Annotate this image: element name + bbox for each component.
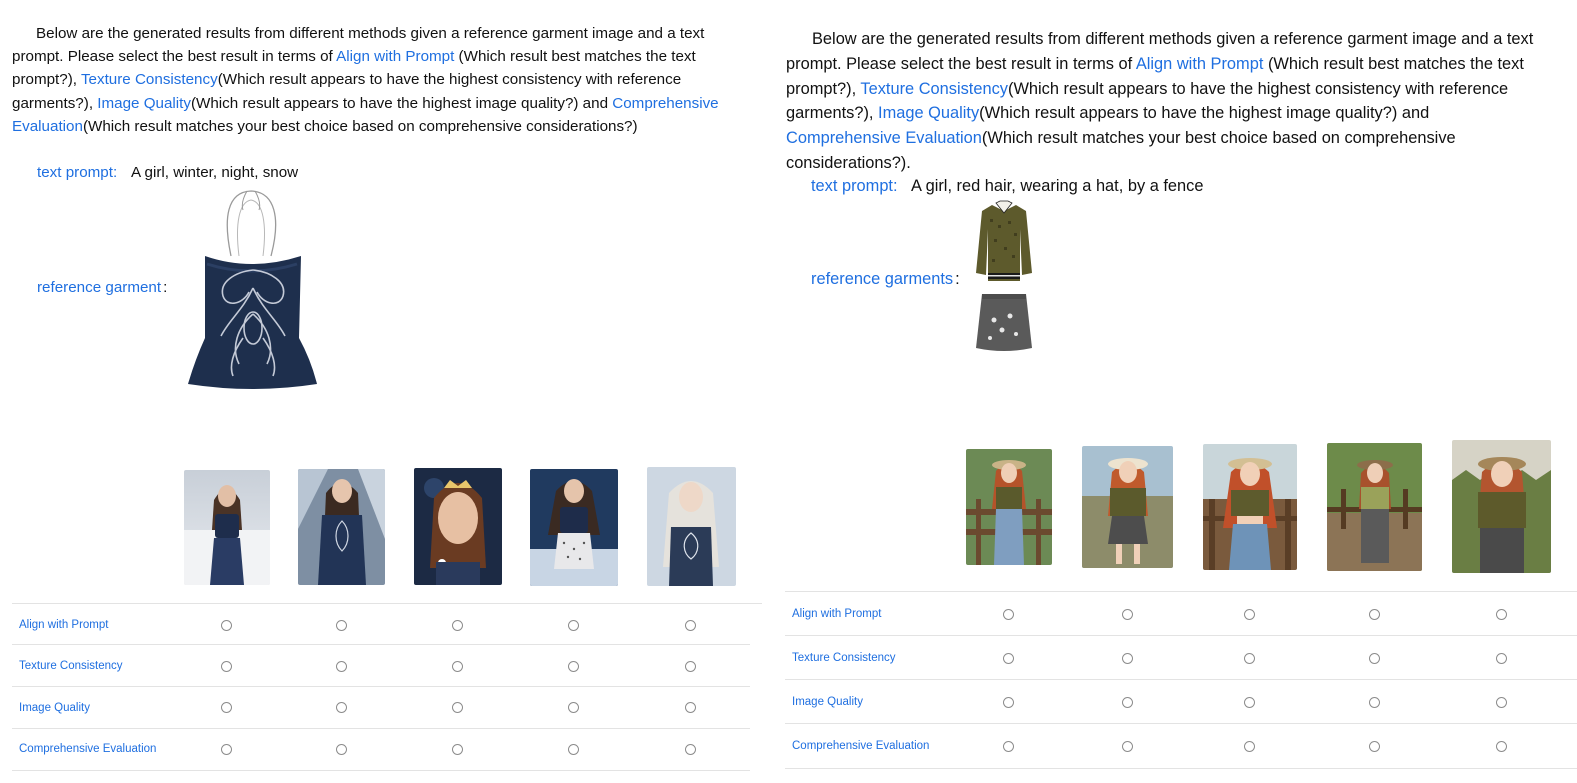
radio-comprehensive-result-1[interactable] bbox=[1003, 741, 1014, 752]
radio-comprehensive-result-4[interactable] bbox=[568, 744, 579, 755]
radio-align-result-3[interactable] bbox=[1244, 609, 1255, 620]
result-image-1 bbox=[184, 470, 270, 585]
rating-label-texture-consistency: Texture Consistency bbox=[19, 660, 123, 672]
rating-row-align-with-prompt: Align with Prompt bbox=[12, 603, 762, 645]
radio-quality-result-4[interactable] bbox=[568, 702, 579, 713]
table-divider bbox=[785, 768, 1577, 769]
criterion-texture-consistency: Texture Consistency bbox=[860, 79, 1008, 98]
label-colon: : bbox=[163, 279, 168, 296]
radio-texture-result-4[interactable] bbox=[568, 661, 579, 672]
rating-label-comprehensive-evaluation: Comprehensive Evaluation bbox=[19, 743, 157, 755]
result-image-5 bbox=[647, 467, 736, 586]
result-image-4 bbox=[530, 469, 618, 586]
text-prompt-value: A girl, winter, night, snow bbox=[131, 164, 299, 181]
rating-label-align-with-prompt: Align with Prompt bbox=[792, 608, 882, 620]
result-image-2 bbox=[298, 469, 385, 585]
reference-garments-label: reference garments: bbox=[811, 270, 960, 289]
radio-texture-result-1[interactable] bbox=[1003, 653, 1014, 664]
radio-texture-result-2[interactable] bbox=[1122, 653, 1133, 664]
radio-comprehensive-result-3[interactable] bbox=[1244, 741, 1255, 752]
instructions: Below are the generated results from dif… bbox=[12, 22, 728, 138]
radio-quality-result-1[interactable] bbox=[1003, 697, 1014, 708]
reference-garment-cardigan-image bbox=[976, 200, 1032, 281]
radio-comprehensive-result-3[interactable] bbox=[452, 744, 463, 755]
radio-texture-result-5[interactable] bbox=[1496, 653, 1507, 664]
rating-row-image-quality: Image Quality bbox=[12, 686, 750, 728]
rating-label-texture-consistency: Texture Consistency bbox=[792, 652, 896, 664]
radio-align-result-2[interactable] bbox=[336, 620, 347, 631]
radio-comprehensive-result-4[interactable] bbox=[1369, 741, 1380, 752]
radio-texture-result-3[interactable] bbox=[1244, 653, 1255, 664]
reference-garment-label-text: reference garment bbox=[37, 279, 162, 296]
radio-texture-result-5[interactable] bbox=[685, 661, 696, 672]
radio-texture-result-3[interactable] bbox=[452, 661, 463, 672]
radio-quality-result-1[interactable] bbox=[221, 702, 232, 713]
text-prompt-value: A girl, red hair, wearing a hat, by a fe… bbox=[911, 177, 1204, 195]
reference-garment-label: reference garment: bbox=[37, 279, 167, 296]
result-image-1 bbox=[966, 449, 1052, 565]
criterion-description: (Which result appears to have the highes… bbox=[979, 104, 1430, 123]
text-prompt-label: text prompt: bbox=[811, 177, 898, 195]
radio-align-result-5[interactable] bbox=[1496, 609, 1507, 620]
radio-align-result-4[interactable] bbox=[1369, 609, 1380, 620]
label-colon: : bbox=[955, 270, 960, 288]
radio-quality-result-2[interactable] bbox=[336, 702, 347, 713]
rating-row-align-with-prompt: Align with Prompt bbox=[785, 591, 1577, 636]
criterion-image-quality: Image Quality bbox=[97, 94, 191, 112]
rating-label-align-with-prompt: Align with Prompt bbox=[19, 619, 109, 631]
survey-panel-right: Below are the generated results from dif… bbox=[775, 0, 1577, 783]
radio-align-result-2[interactable] bbox=[1122, 609, 1133, 620]
result-image-2 bbox=[1082, 446, 1173, 568]
rating-row-comprehensive-evaluation: Comprehensive Evaluation bbox=[12, 728, 750, 770]
result-image-3 bbox=[414, 468, 502, 585]
radio-comprehensive-result-5[interactable] bbox=[1496, 741, 1507, 752]
radio-quality-result-4[interactable] bbox=[1369, 697, 1380, 708]
text-prompt-label: text prompt: bbox=[37, 164, 118, 181]
rating-row-texture-consistency: Texture Consistency bbox=[785, 635, 1577, 680]
reference-garments-label-text: reference garments bbox=[811, 270, 954, 288]
rating-row-image-quality: Image Quality bbox=[785, 679, 1577, 724]
criterion-description: (Which result matches your best choice b… bbox=[82, 117, 638, 135]
radio-align-result-4[interactable] bbox=[568, 620, 579, 631]
criterion-comprehensive-evaluation: Comprehensive Evaluation bbox=[786, 129, 982, 148]
radio-texture-result-1[interactable] bbox=[221, 661, 232, 672]
radio-align-result-1[interactable] bbox=[221, 620, 232, 631]
criterion-align-with-prompt: Align with Prompt bbox=[1135, 54, 1264, 73]
reference-garment-skirt-image bbox=[976, 294, 1032, 351]
radio-comprehensive-result-5[interactable] bbox=[685, 744, 696, 755]
result-image-5 bbox=[1452, 440, 1551, 573]
rating-label-image-quality: Image Quality bbox=[19, 702, 90, 714]
criterion-image-quality: Image Quality bbox=[878, 104, 980, 123]
radio-comprehensive-result-1[interactable] bbox=[221, 744, 232, 755]
radio-quality-result-5[interactable] bbox=[1496, 697, 1507, 708]
radio-comprehensive-result-2[interactable] bbox=[336, 744, 347, 755]
radio-quality-result-3[interactable] bbox=[1244, 697, 1255, 708]
radio-align-result-1[interactable] bbox=[1003, 609, 1014, 620]
radio-quality-result-3[interactable] bbox=[452, 702, 463, 713]
instructions: Below are the generated results from dif… bbox=[786, 27, 1546, 176]
survey-panel-left: Below are the generated results from dif… bbox=[0, 0, 762, 783]
reference-garment-halter-top-image bbox=[188, 190, 317, 389]
radio-comprehensive-result-2[interactable] bbox=[1122, 741, 1133, 752]
radio-texture-result-4[interactable] bbox=[1369, 653, 1380, 664]
criterion-align-with-prompt: Align with Prompt bbox=[336, 48, 455, 66]
rating-label-image-quality: Image Quality bbox=[792, 696, 863, 708]
radio-quality-result-2[interactable] bbox=[1122, 697, 1133, 708]
rating-label-comprehensive-evaluation: Comprehensive Evaluation bbox=[792, 740, 930, 752]
criterion-description: (Which result appears to have the highes… bbox=[190, 94, 613, 112]
result-image-4 bbox=[1327, 443, 1422, 571]
rating-row-texture-consistency: Texture Consistency bbox=[12, 644, 750, 686]
radio-align-result-5[interactable] bbox=[685, 620, 696, 631]
criterion-texture-consistency: Texture Consistency bbox=[80, 71, 218, 89]
radio-texture-result-2[interactable] bbox=[336, 661, 347, 672]
radio-quality-result-5[interactable] bbox=[685, 702, 696, 713]
rating-row-comprehensive-evaluation: Comprehensive Evaluation bbox=[785, 723, 1577, 768]
radio-align-result-3[interactable] bbox=[452, 620, 463, 631]
result-image-3 bbox=[1203, 444, 1297, 570]
table-divider bbox=[12, 770, 750, 771]
